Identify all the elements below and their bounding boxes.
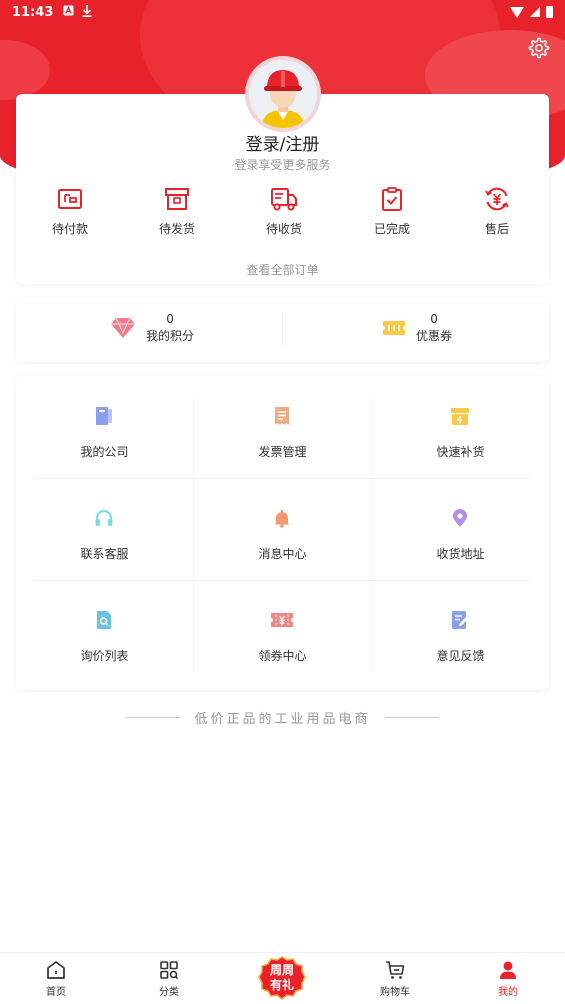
weekly-gift-promo-button[interactable]: 周周 有礼 (258, 956, 306, 1002)
battery-icon (546, 6, 553, 18)
nav-cart[interactable]: 购物车 (365, 959, 425, 998)
login-subtitle: 登录享受更多服务 (234, 158, 331, 172)
service-label: 意见反馈 (436, 649, 485, 663)
divider (282, 312, 283, 348)
service-shipping-address[interactable]: 收货地址 (372, 478, 549, 580)
service-label: 领券中心 (258, 649, 307, 663)
status-time: 11:43 (12, 4, 54, 20)
service-coupon-center[interactable]: 领券中心 (194, 580, 371, 682)
service-label: 询价列表 (80, 649, 129, 663)
clipboard-check-icon (382, 187, 402, 211)
order-status-row: 待付款 待发货 待收货 已完成 售后 (16, 186, 549, 242)
service-label: 消息中心 (258, 547, 307, 561)
promo-text-line1: 周周 (269, 963, 294, 977)
nav-label: 我的 (498, 987, 518, 998)
order-label: 待发货 (158, 222, 195, 236)
slogan: 低价正品的工业用品电商 (0, 708, 565, 727)
nav-category[interactable]: 分类 (139, 959, 199, 998)
coupons-entry[interactable]: 0 优惠券 (382, 312, 452, 344)
company-book-icon (96, 407, 112, 425)
service-message-center[interactable]: 消息中心 (194, 478, 371, 580)
order-label: 售后 (484, 222, 509, 236)
user-icon (500, 961, 516, 979)
my-points-entry[interactable]: 0 我的积分 (110, 312, 194, 344)
order-label: 待收货 (265, 222, 302, 236)
nav-label: 首页 (46, 987, 66, 998)
points-label: 我的积分 (146, 329, 195, 343)
ticket-icon (383, 321, 405, 335)
points-value: 0 (166, 312, 174, 326)
service-customer-support[interactable]: 联系客服 (16, 478, 193, 580)
feedback-edit-icon (452, 611, 468, 629)
divider (126, 717, 181, 718)
service-label: 快速补货 (436, 445, 485, 459)
nav-label: 分类 (159, 987, 179, 998)
coupons-label: 优惠券 (416, 329, 453, 343)
service-my-company[interactable]: 我的公司 (16, 376, 193, 478)
headset-icon (95, 509, 113, 526)
divider (384, 717, 439, 718)
coupons-value: 0 (430, 312, 438, 326)
service-invoice-management[interactable]: 发票管理 (194, 376, 371, 478)
home-icon (47, 961, 65, 979)
order-completed[interactable]: 已完成 (357, 186, 427, 237)
nav-mine[interactable]: 我的 (478, 959, 538, 998)
refund-yen-icon (485, 187, 509, 211)
worker-avatar-icon (249, 60, 317, 128)
signal-icon (530, 7, 540, 17)
service-label: 联系客服 (80, 547, 129, 561)
order-pending-shipment[interactable]: 待发货 (142, 186, 212, 237)
nav-label: 购物车 (380, 987, 410, 998)
header-decoration (0, 40, 50, 100)
restock-box-icon (451, 408, 469, 425)
category-grid-icon (160, 961, 179, 980)
service-label: 我的公司 (80, 445, 129, 459)
services-grid: 我的公司 发票管理 快速补货 联系客服 消息中心 收货地址 询价列表 领券中心 … (16, 376, 549, 690)
slogan-text: 低价正品的工业用品电商 (194, 712, 371, 727)
service-label: 发票管理 (258, 445, 307, 459)
service-inquiry-list[interactable]: 询价列表 (16, 580, 193, 682)
order-pending-payment[interactable]: 待付款 (35, 186, 105, 237)
view-all-orders-link[interactable]: 查看全部订单 (0, 261, 565, 278)
settings-button[interactable] (527, 36, 551, 60)
location-pin-icon (453, 509, 467, 527)
order-label: 已完成 (373, 222, 410, 236)
wifi-icon (510, 6, 524, 18)
download-icon (82, 4, 92, 20)
promo-text-line2: 有礼 (269, 978, 294, 992)
bell-icon (274, 509, 290, 528)
order-label: 待付款 (51, 222, 88, 236)
avatar[interactable] (245, 56, 321, 132)
order-after-sales[interactable]: 售后 (462, 186, 532, 237)
wallet-icon (58, 189, 82, 209)
coupon-yen-icon (271, 613, 293, 627)
diamond-icon (111, 317, 135, 338)
a-notification-icon (63, 5, 74, 19)
package-box-icon (165, 188, 189, 210)
nav-home[interactable]: 首页 (26, 959, 86, 998)
order-pending-receipt[interactable]: 待收货 (249, 186, 319, 237)
gear-icon (528, 37, 550, 59)
search-document-icon (97, 611, 111, 629)
points-coupons-card: 0 我的积分 0 优惠券 (16, 298, 549, 362)
delivery-truck-icon (271, 188, 297, 211)
status-bar: 11:43 (0, 0, 565, 24)
service-label: 收货地址 (436, 547, 485, 561)
login-register-link[interactable]: 登录/注册 (0, 130, 565, 155)
invoice-icon (275, 407, 289, 425)
cart-icon (386, 961, 405, 979)
service-quick-restock[interactable]: 快速补货 (372, 376, 549, 478)
service-feedback[interactable]: 意见反馈 (372, 580, 549, 682)
